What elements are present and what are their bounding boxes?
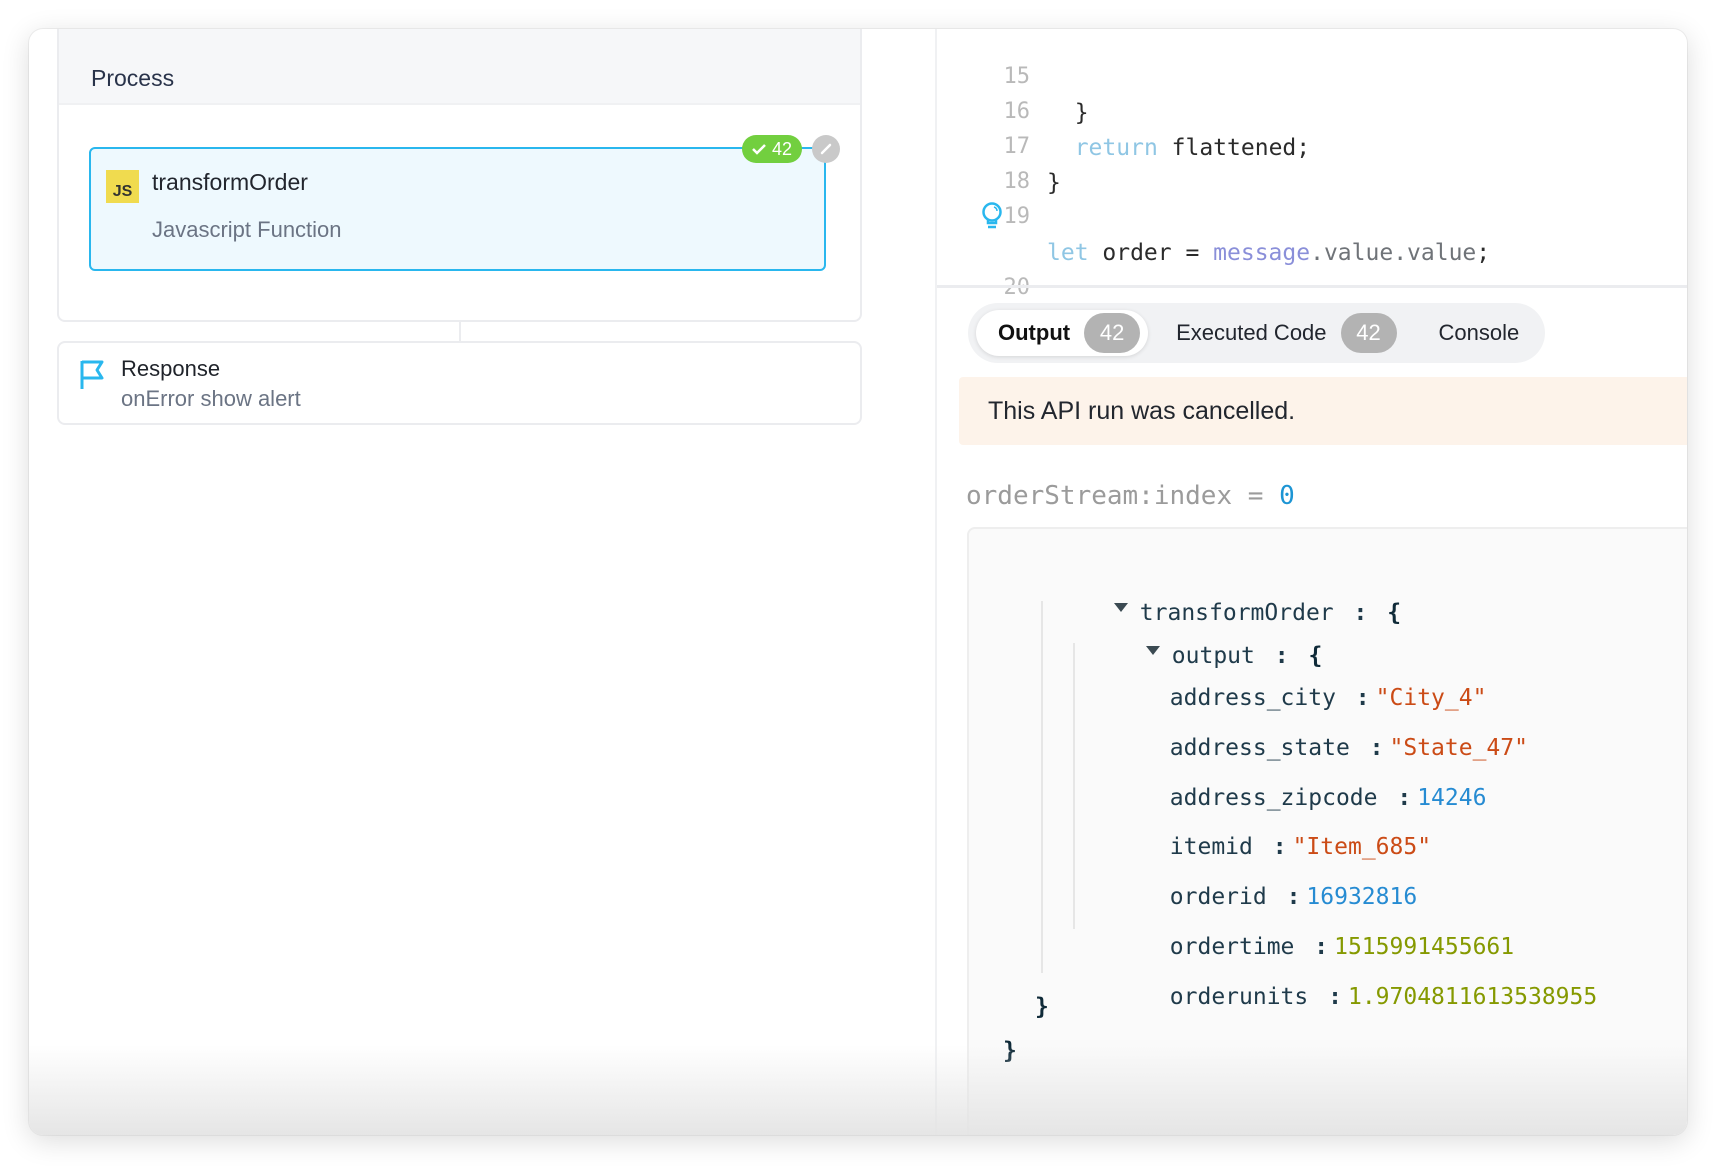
- index-label: orderStream:index: [966, 481, 1233, 511]
- tab-count-badge: 42: [1084, 313, 1141, 353]
- flow-pane: Process JS transformOrder Javascript Fun…: [29, 29, 937, 1135]
- tab-label: Executed Code: [1176, 320, 1327, 345]
- cancelled-alert: This API run was cancelled.: [959, 377, 1687, 445]
- result-tabs: Output 42 Executed Code 42 Console: [968, 303, 1545, 363]
- code-line: 16 return flattened;: [937, 58, 1311, 161]
- process-header: Process: [59, 29, 860, 105]
- json-node-root[interactable]: transformOrder : {: [1003, 562, 1401, 626]
- function-name: transformOrder: [152, 169, 308, 195]
- js-icon: JS: [106, 170, 139, 203]
- json-field: ordertime :1515991455661: [1169, 934, 1515, 960]
- tab-console[interactable]: Console: [1425, 310, 1534, 356]
- tab-label: Output: [998, 320, 1071, 345]
- tab-executed-code[interactable]: Executed Code 42: [1162, 310, 1410, 356]
- code-line: 19 let order = message.value.value;: [937, 163, 1491, 266]
- code-line: 18: [937, 128, 1048, 194]
- line-number: 20: [1000, 270, 1031, 306]
- json-field: orderunits :1.9704811613538955: [1169, 984, 1598, 1010]
- process-section: Process JS transformOrder Javascript Fun…: [57, 29, 862, 322]
- code-line: 15 }: [937, 29, 1089, 126]
- detail-pane: 15 } 16 return flattened; 17 } 18 19 let…: [937, 29, 1687, 1135]
- flag-icon: [80, 360, 104, 389]
- json-node-output[interactable]: output : {: [1035, 605, 1322, 669]
- code-text: let order = message.value.value;: [1047, 240, 1491, 266]
- code-text: }: [1047, 100, 1089, 126]
- json-close-brace: }: [1035, 994, 1049, 1020]
- function-card-transformOrder[interactable]: JS transformOrder Javascript Function 42: [89, 135, 840, 271]
- json-key: orderunits: [1169, 984, 1309, 1010]
- success-count-badge: 42: [741, 135, 802, 163]
- edit-button[interactable]: [812, 135, 840, 163]
- index-value: 0: [1279, 481, 1295, 511]
- stream-index: orderStream:index = 0: [966, 481, 1295, 511]
- tab-output[interactable]: Output 42: [976, 310, 1149, 356]
- json-value: 1.9704811613538955: [1347, 984, 1598, 1010]
- response-subtitle: onError show alert: [121, 386, 301, 411]
- json-field: orderid :16932816: [1169, 884, 1418, 910]
- function-type: Javascript Function: [152, 217, 342, 242]
- process-title: Process: [91, 65, 175, 91]
- code-line: 20 return flattenObject(order);: [937, 198, 1449, 337]
- pencil-icon: [820, 143, 832, 155]
- code-text: }: [1047, 170, 1061, 196]
- json-field: address_zipcode :14246: [1169, 785, 1487, 811]
- output-json-viewer: transformOrder : { output : { address_ci…: [967, 527, 1687, 1135]
- json-field: address_city : "City_4": [1169, 685, 1487, 711]
- json-field: itemid : "Item_685": [1169, 834, 1432, 860]
- app-window: Process JS transformOrder Javascript Fun…: [29, 29, 1687, 1135]
- json-field: address_state : "State_47": [1169, 735, 1528, 761]
- lightbulb-icon[interactable]: [981, 202, 1003, 230]
- code-editor[interactable]: 15 } 16 return flattened; 17 } 18 19 let…: [937, 29, 1687, 337]
- tab-count-badge: 42: [1340, 313, 1397, 353]
- code-line: 17 }: [937, 93, 1061, 196]
- tab-label: Console: [1438, 320, 1520, 345]
- index-equals: =: [1247, 481, 1264, 511]
- json-close-brace: }: [1003, 1038, 1017, 1064]
- response-card[interactable]: Response onError show alert: [57, 341, 862, 425]
- code-text: return flattened;: [1074, 135, 1311, 161]
- editor-divider: [937, 285, 1687, 288]
- check-icon: [752, 144, 766, 155]
- success-count: 42: [771, 138, 792, 159]
- response-title: Response: [121, 356, 221, 381]
